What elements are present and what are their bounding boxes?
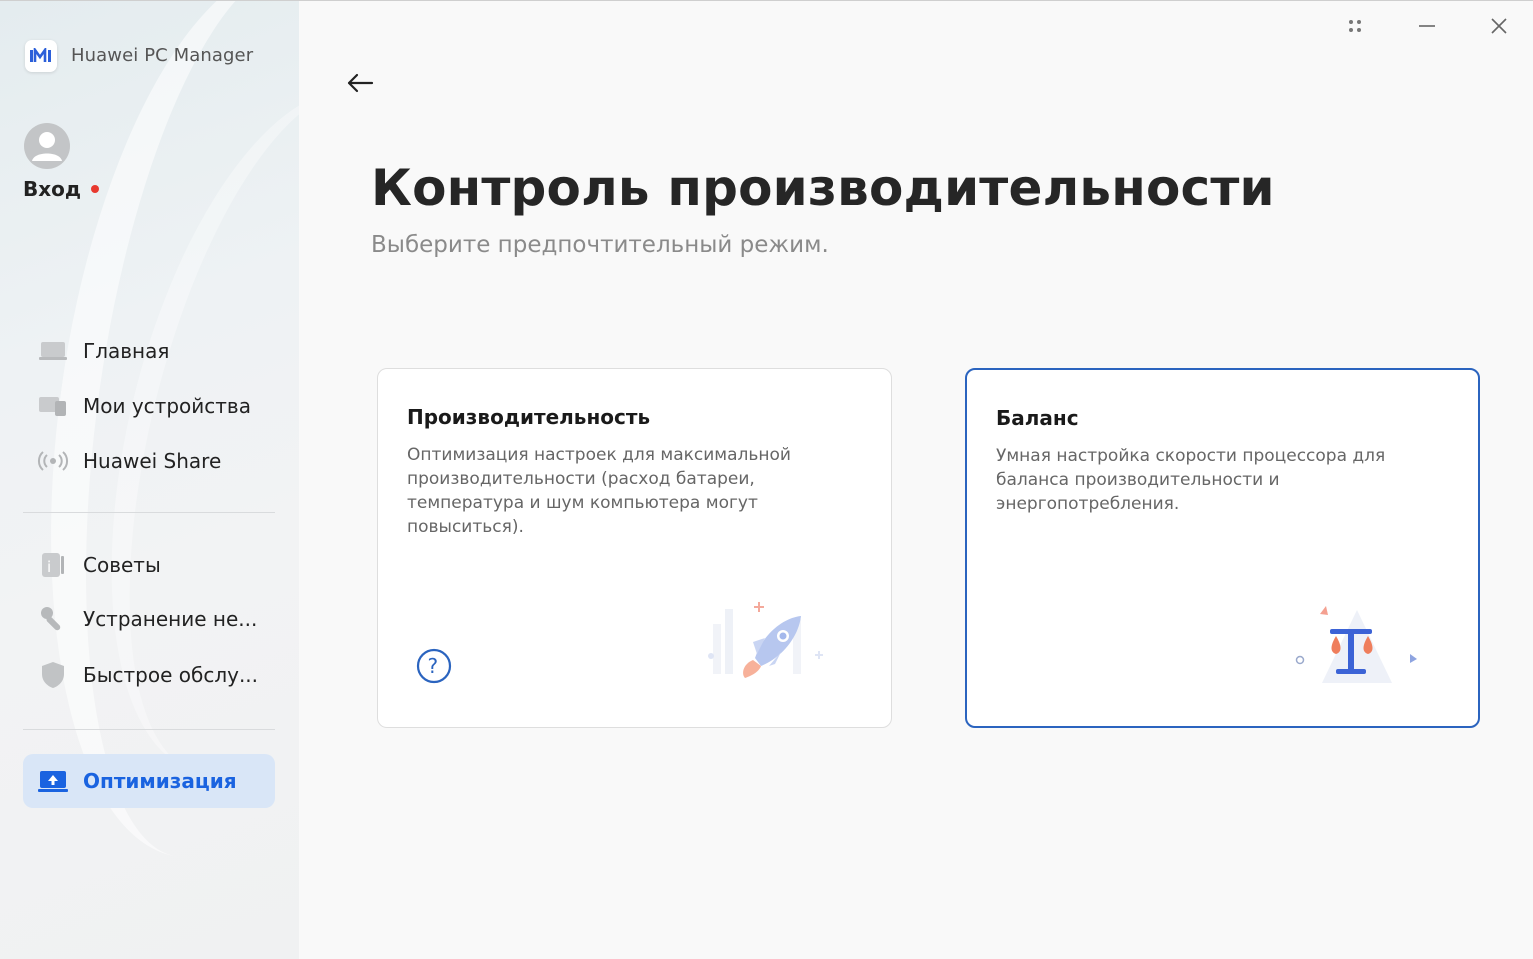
page-title: Контроль производительности [371,159,1275,217]
shield-icon [37,659,69,691]
close-icon [1491,18,1507,34]
minimize-icon [1419,25,1435,27]
sidebar-item-troubleshoot[interactable]: Устранение не... [23,595,275,643]
sidebar-item-label: Оптимизация [83,769,237,793]
mode-card-performance[interactable]: Производительность Оптимизация настроек … [377,368,892,728]
laptop-icon [37,335,69,367]
help-icon[interactable]: ? [415,647,453,685]
wrench-icon [37,603,69,635]
grid-dots-icon [1349,20,1361,32]
sidebar-item-my-devices[interactable]: Мои устройства [23,382,275,430]
sidebar-item-label: Быстрое обслу... [83,663,259,687]
app-logo-icon [25,40,57,72]
notification-dot [91,185,99,193]
sidebar-item-label: Huawei Share [83,449,222,473]
svg-text:?: ? [428,654,439,678]
sidebar-divider [23,512,275,513]
close-button[interactable] [1484,11,1514,41]
share-wave-icon [37,445,69,477]
sidebar-item-quick-service[interactable]: Быстрое обслу... [23,651,275,699]
arrow-left-icon [347,73,374,93]
login-link[interactable]: Вход [23,177,81,201]
mode-card-balance[interactable]: Баланс Умная настройка скорости процессо… [965,368,1480,728]
sidebar-item-optimization[interactable]: Оптимизация [23,754,275,808]
sidebar-item-label: Устранение не... [83,607,258,631]
devices-icon [37,390,69,422]
svg-text:i: i [47,558,51,576]
sidebar-divider [23,729,275,730]
window-options-button[interactable] [1340,11,1370,41]
mode-card-title: Производительность [407,405,651,429]
sidebar: Huawei PC Manager Вход Главная Мои устро… [0,1,299,959]
rocket-icon [703,594,833,693]
balance-scale-icon [1292,598,1422,692]
tips-icon: i [37,549,69,581]
sidebar-item-home[interactable]: Главная [23,327,275,375]
avatar[interactable] [24,123,70,169]
sidebar-item-label: Мои устройства [83,394,251,418]
page-subtitle: Выберите предпочтительный режим. [371,232,829,258]
sidebar-item-tips[interactable]: i Советы [23,541,275,589]
mode-card-description: Оптимизация настроек для максимальной пр… [407,445,791,537]
optimize-icon [37,765,69,797]
app-title: Huawei PC Manager [71,45,254,66]
sidebar-item-label: Главная [83,339,170,363]
mode-card-title: Баланс [996,406,1079,430]
sidebar-item-huawei-share[interactable]: Huawei Share [23,437,275,485]
sidebar-item-label: Советы [83,553,161,577]
back-button[interactable] [342,65,378,101]
mode-card-description: Умная настройка скорости процессора для … [996,446,1386,514]
minimize-button[interactable] [1412,11,1442,41]
